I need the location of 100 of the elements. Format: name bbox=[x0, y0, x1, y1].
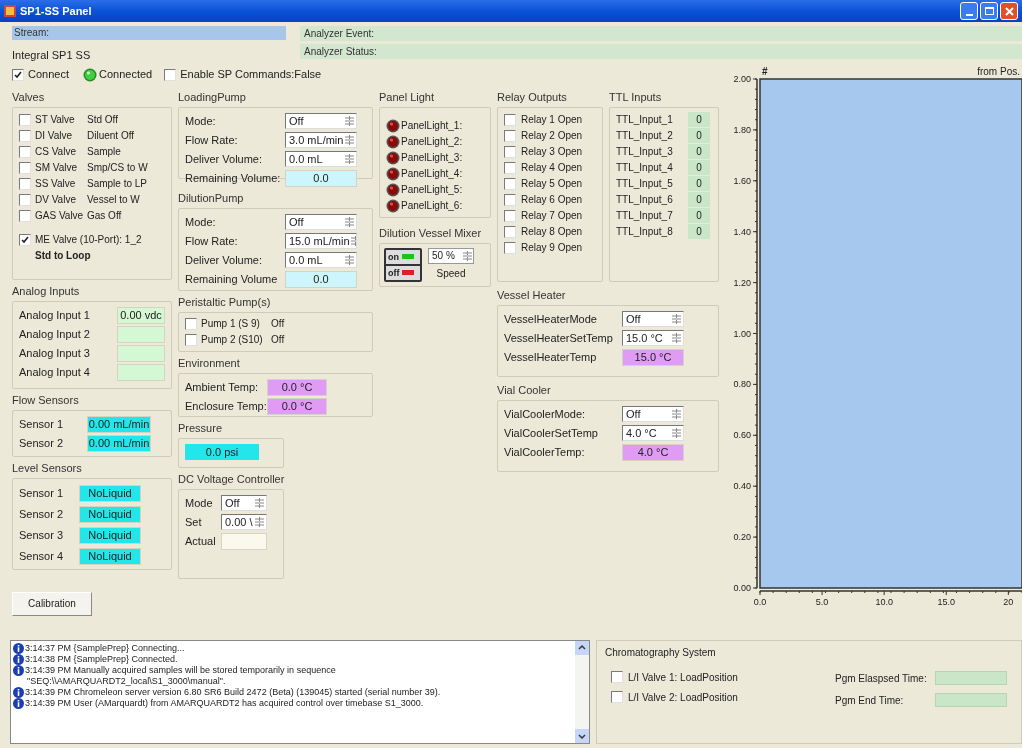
spinner-icon[interactable] bbox=[671, 313, 682, 325]
ttl-label: TTL_Input_7 bbox=[616, 209, 674, 223]
field-label: Analog Input 4 bbox=[19, 364, 91, 380]
readout-field: NoLiquid bbox=[79, 484, 141, 502]
spin-field[interactable]: 50 % bbox=[428, 247, 474, 264]
checkbox[interactable] bbox=[164, 68, 177, 81]
checkbox[interactable] bbox=[185, 317, 197, 330]
checkbox[interactable] bbox=[19, 177, 31, 190]
checkbox[interactable] bbox=[19, 145, 31, 158]
checkbox[interactable] bbox=[504, 241, 516, 254]
valve-label: CS Valve bbox=[35, 145, 77, 159]
spin-field[interactable]: 15.0 °C bbox=[622, 330, 684, 346]
checkbox[interactable] bbox=[504, 209, 516, 222]
spinner-icon[interactable] bbox=[671, 427, 682, 439]
ttl-value: 0 bbox=[688, 208, 710, 223]
log-entry: 3:14:39 PM Manually acquired samples will be stored temporarily in sequence bbox=[25, 665, 336, 676]
relay-label: Relay 6 Open bbox=[521, 193, 583, 207]
checkbox[interactable] bbox=[504, 161, 516, 174]
spinner-icon[interactable] bbox=[254, 516, 265, 528]
spinner-icon[interactable] bbox=[344, 254, 355, 266]
valve-label: GAS Valve bbox=[35, 209, 85, 223]
spin-field[interactable]: 15.0 mL/min bbox=[285, 233, 357, 249]
valve-label: ME Valve (10-Port): 1_2 bbox=[35, 233, 142, 247]
spinner-icon[interactable] bbox=[344, 134, 355, 146]
field-label: Deliver Volume: bbox=[185, 252, 264, 268]
checkbox[interactable] bbox=[185, 333, 197, 346]
checkbox[interactable] bbox=[611, 671, 623, 683]
scroll-up-icon[interactable] bbox=[575, 641, 589, 655]
checkbox[interactable] bbox=[611, 691, 623, 703]
spinner-icon[interactable] bbox=[671, 332, 682, 344]
ttl-value: 0 bbox=[688, 128, 710, 143]
readout-field: NoLiquid bbox=[79, 547, 141, 565]
close-button[interactable] bbox=[1000, 2, 1018, 20]
scrollbar[interactable] bbox=[575, 641, 589, 743]
spinner-icon[interactable] bbox=[344, 153, 355, 165]
checkbox[interactable] bbox=[504, 193, 516, 206]
checkbox[interactable] bbox=[19, 161, 31, 174]
status-light-icon bbox=[83, 67, 97, 82]
scroll-down-icon[interactable] bbox=[575, 729, 589, 743]
field-label: Remaining Volume: bbox=[185, 170, 282, 186]
spin-field[interactable]: Off bbox=[622, 311, 684, 327]
speed-label: Speed bbox=[436, 266, 466, 281]
ttl-label: TTL_Input_8 bbox=[616, 225, 674, 239]
light-label: PanelLight_1: bbox=[401, 119, 463, 133]
checkbox[interactable] bbox=[504, 113, 516, 126]
spinner-icon[interactable] bbox=[344, 115, 355, 127]
spinner-icon[interactable] bbox=[344, 216, 355, 228]
checkbox[interactable] bbox=[12, 68, 24, 81]
mixer-switch[interactable]: on off bbox=[384, 247, 422, 282]
checkbox[interactable] bbox=[504, 145, 516, 158]
analyzer-status-field: Analyzer Status: bbox=[300, 44, 1022, 59]
relay-label: Relay 3 Open bbox=[521, 145, 583, 159]
checkbox[interactable] bbox=[504, 129, 516, 142]
calibration-button[interactable]: Calibration bbox=[12, 591, 92, 616]
y-tick-label: 1.80 bbox=[733, 124, 751, 135]
ttl-value: 0 bbox=[688, 144, 710, 159]
valve-label: ST Valve bbox=[35, 113, 76, 127]
close-icon bbox=[1004, 6, 1014, 16]
spinner-icon[interactable] bbox=[254, 497, 265, 509]
spinner-icon[interactable] bbox=[462, 249, 473, 262]
spin-field[interactable]: 0.00 \ bbox=[221, 514, 267, 530]
x-tick-label: 0.0 bbox=[753, 596, 767, 607]
light-label: PanelLight_2: bbox=[401, 135, 463, 149]
field-label: VialCoolerMode: bbox=[504, 406, 587, 422]
y-tick-label: 0.00 bbox=[733, 582, 751, 593]
readout-field: 0.0 bbox=[285, 169, 357, 187]
checkbox[interactable] bbox=[19, 233, 31, 246]
checkbox[interactable] bbox=[19, 193, 31, 206]
spin-field[interactable]: Off bbox=[285, 113, 357, 129]
time-label: Pgm Elaspsed Time: bbox=[835, 671, 928, 686]
light-label: PanelLight_6: bbox=[401, 199, 463, 213]
pump-state: Off bbox=[271, 333, 285, 347]
stream-field: Stream: bbox=[12, 26, 286, 40]
valve-state: Sample to LP bbox=[87, 177, 148, 191]
valve-label: DV Valve bbox=[35, 193, 77, 207]
spin-field[interactable]: 0.0 mL bbox=[285, 151, 357, 167]
maximize-button[interactable] bbox=[980, 2, 998, 20]
checkbox[interactable] bbox=[19, 113, 31, 126]
light-label: PanelLight_4: bbox=[401, 167, 463, 181]
valve-label: L/I Valve 2: LoadPosition bbox=[628, 690, 738, 705]
spin-field[interactable]: 0.0 mL bbox=[285, 252, 357, 268]
checkbox[interactable] bbox=[19, 129, 31, 142]
spin-field[interactable]: Off bbox=[221, 495, 267, 511]
spin-field[interactable]: 4.0 °C bbox=[622, 425, 684, 441]
spin-field[interactable]: 3.0 mL/min bbox=[285, 132, 357, 148]
info-icon bbox=[13, 643, 24, 654]
checkbox[interactable] bbox=[504, 177, 516, 190]
group-title: LoadingPump bbox=[178, 89, 247, 104]
spinner-icon[interactable] bbox=[671, 408, 682, 420]
relay-label: Relay 1 Open bbox=[521, 113, 583, 127]
ttl-value: 0 bbox=[688, 192, 710, 207]
minimize-button[interactable] bbox=[960, 2, 978, 20]
spin-field[interactable]: Off bbox=[285, 214, 357, 230]
checkbox[interactable] bbox=[19, 209, 31, 222]
ttl-value: 0 bbox=[688, 160, 710, 175]
spin-field[interactable]: Off bbox=[622, 406, 684, 422]
on-label: on bbox=[388, 251, 399, 262]
valve-label: L/I Valve 1: LoadPosition bbox=[628, 670, 738, 685]
checkbox[interactable] bbox=[504, 225, 516, 238]
ttl-value: 0 bbox=[688, 176, 710, 191]
